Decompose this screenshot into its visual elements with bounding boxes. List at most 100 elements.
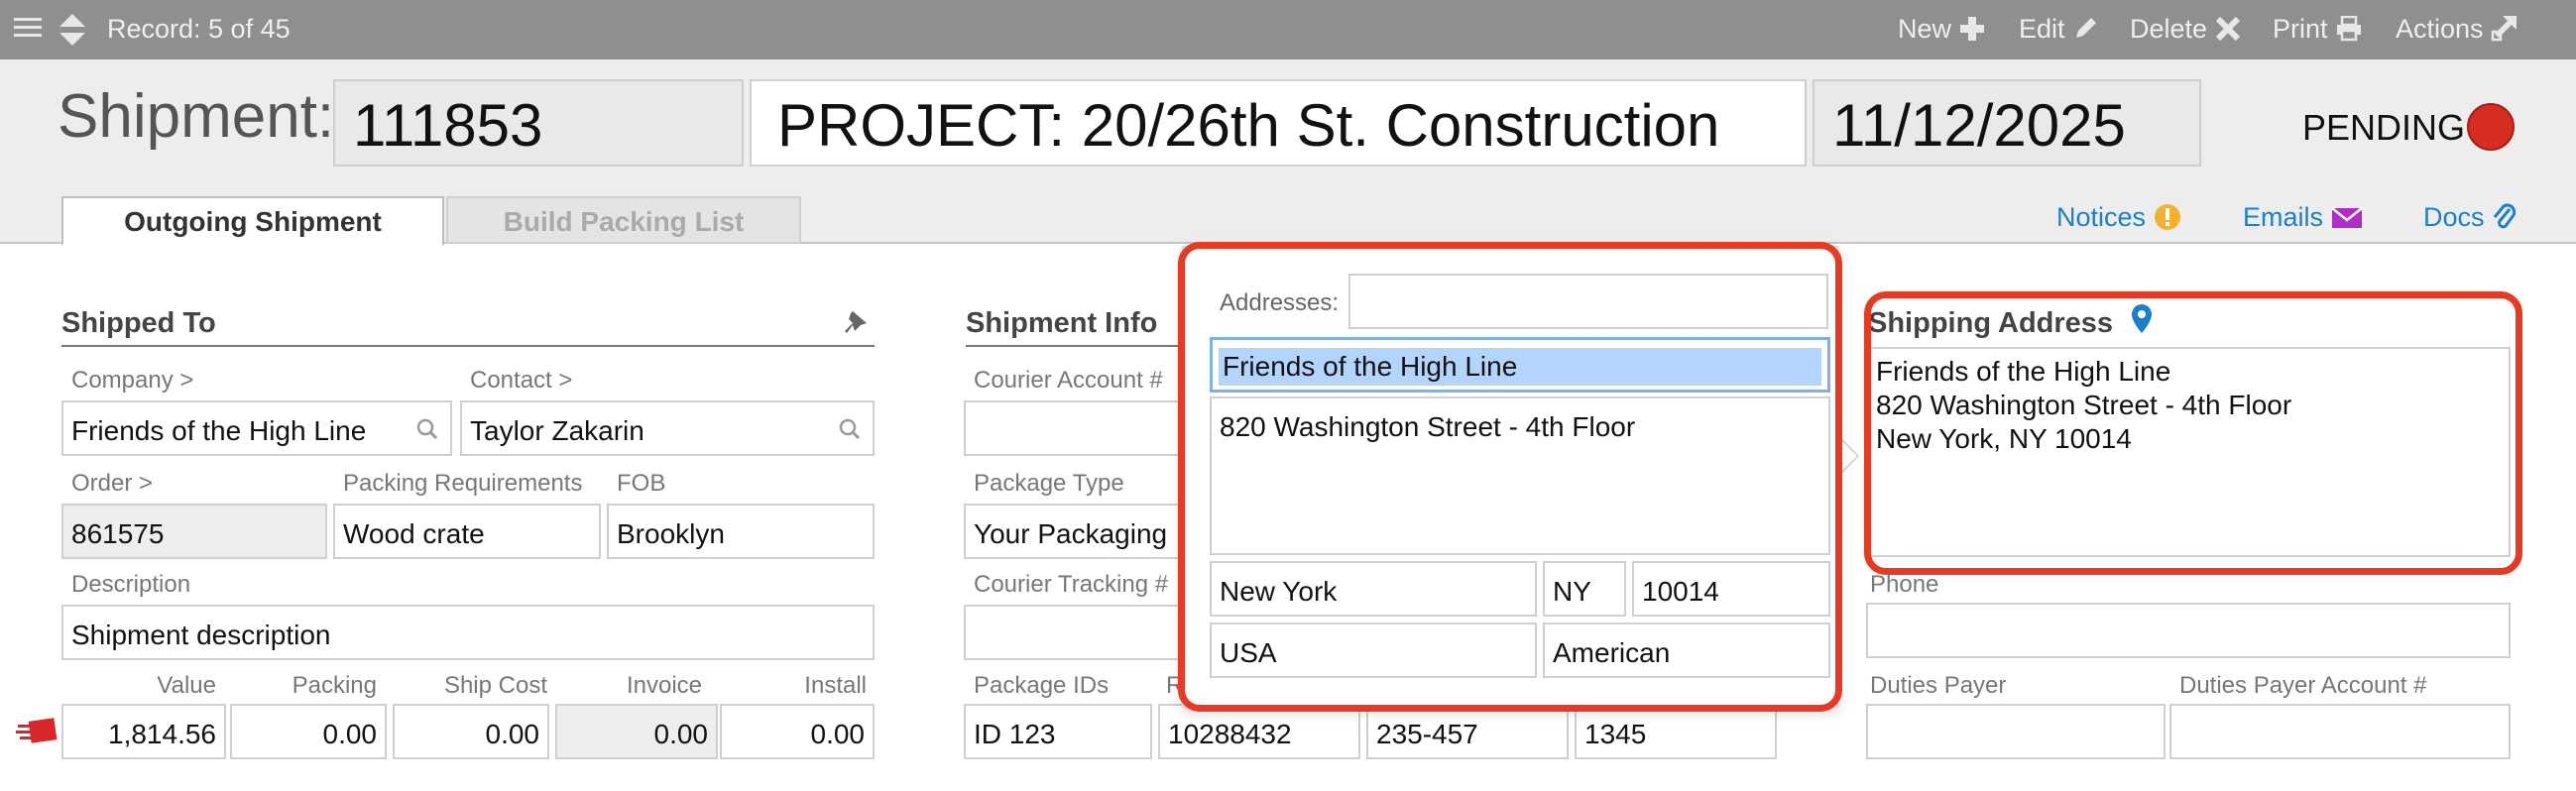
description-field[interactable]: Shipment description — [61, 605, 875, 660]
actions-button[interactable]: Actions — [2396, 14, 2518, 45]
actions-arrow-icon — [2491, 16, 2517, 42]
new-button[interactable]: New — [1898, 14, 1985, 45]
x-icon — [2215, 16, 2240, 42]
record-navigation-icon[interactable] — [58, 12, 87, 55]
ship-cost-field[interactable]: 0.00 — [393, 704, 549, 759]
package-id-field[interactable]: 235-457 — [1366, 704, 1569, 759]
value-field[interactable]: 1,814.56 — [61, 704, 226, 759]
courier-tracking-field[interactable] — [964, 605, 1184, 660]
duties-payer-label: Duties Payer — [1870, 672, 2007, 699]
date-field[interactable]: 11/12/2025 — [1813, 79, 2201, 167]
record-counter: Record: 5 of 45 — [107, 14, 291, 44]
hamburger-menu-icon[interactable] — [12, 12, 44, 51]
delete-button[interactable]: Delete — [2130, 14, 2241, 45]
pencil-icon — [2076, 18, 2097, 38]
contact-value: Taylor Zakarin — [470, 415, 644, 446]
popover-arrow — [1836, 434, 1860, 478]
phone-field[interactable] — [1866, 603, 2511, 658]
address-city-field[interactable]: New York — [1210, 561, 1537, 617]
shipped-to-heading: Shipped To — [61, 307, 216, 339]
search-icon[interactable] — [416, 418, 438, 440]
address-state-field[interactable]: NY — [1543, 561, 1626, 617]
package-id-field[interactable]: 10288432 — [1158, 704, 1360, 759]
package-ids-r-label: R — [1166, 672, 1184, 699]
address-popover: Addresses: Friends of the High Line 820 … — [1182, 246, 1838, 708]
phone-label: Phone — [1870, 571, 1939, 598]
shipping-address-box[interactable]: Friends of the High Line 820 Washington … — [1866, 347, 2511, 557]
packing-requirements-label: Packing Requirements — [343, 470, 583, 497]
docs-link[interactable]: Docs — [2423, 202, 2517, 233]
address-name-value: Friends of the High Line — [1219, 348, 1821, 386]
invoice-icon[interactable] — [14, 716, 59, 750]
pin-icon[interactable] — [843, 309, 871, 344]
duties-payer-account-field[interactable] — [2169, 704, 2511, 759]
notices-link[interactable]: Notices — [2056, 202, 2181, 233]
packing-field[interactable]: 0.00 — [230, 704, 387, 759]
docs-label: Docs — [2423, 202, 2485, 232]
contact-field[interactable]: Taylor Zakarin — [460, 400, 875, 456]
actions-label: Actions — [2396, 14, 2484, 44]
address-nationality-field[interactable]: American — [1543, 622, 1830, 678]
package-type-field[interactable]: Your Packaging — [964, 504, 1184, 559]
printer-icon — [2337, 15, 2362, 42]
company-field[interactable]: Friends of the High Line — [61, 400, 452, 456]
package-type-label: Package Type — [974, 470, 1124, 497]
fob-label: FOB — [617, 470, 666, 497]
shipment-label: Shipment: — [58, 82, 335, 151]
delete-label: Delete — [2130, 14, 2208, 44]
addresses-label: Addresses: — [1220, 289, 1340, 316]
shipped-to-divider — [61, 345, 875, 347]
install-field[interactable]: 0.00 — [720, 704, 875, 759]
value-label: Value — [157, 672, 216, 699]
project-field[interactable]: PROJECT: 20/26th St. Construction — [750, 79, 1807, 167]
shipping-address-line2: 820 Washington Street - 4th Floor — [1876, 390, 2292, 420]
new-label: New — [1898, 14, 1952, 44]
address-name-field[interactable]: Friends of the High Line — [1210, 337, 1830, 393]
status-indicator — [2467, 103, 2515, 151]
edit-label: Edit — [2019, 14, 2065, 44]
courier-account-label: Courier Account # — [974, 367, 1163, 394]
fob-field[interactable]: Brooklyn — [607, 504, 875, 559]
notices-label: Notices — [2056, 202, 2147, 232]
package-ids-label: Package IDs — [974, 672, 1110, 699]
contact-label[interactable]: Contact > — [470, 367, 572, 395]
duties-payer-account-label: Duties Payer Account # — [2179, 672, 2427, 699]
install-label: Install — [804, 672, 867, 699]
paperclip-icon — [2493, 203, 2517, 229]
duties-payer-field[interactable] — [1866, 704, 2166, 759]
ship-cost-label: Ship Cost — [443, 672, 547, 699]
top-toolbar: Record: 5 of 45 New Edit Delete Print Ac… — [0, 0, 2576, 59]
courier-account-field[interactable] — [964, 400, 1184, 456]
order-label[interactable]: Order > — [71, 470, 153, 498]
location-pin-icon[interactable] — [2130, 303, 2154, 340]
emails-label: Emails — [2243, 202, 2324, 232]
invoice-field[interactable]: 0.00 — [555, 704, 718, 759]
order-field[interactable]: 861575 — [61, 504, 327, 559]
address-street-field[interactable]: 820 Washington Street - 4th Floor — [1210, 396, 1830, 555]
courier-tracking-label: Courier Tracking # — [974, 571, 1169, 598]
shipment-number-field[interactable]: 111853 — [333, 79, 744, 167]
print-button[interactable]: Print — [2273, 14, 2363, 45]
warning-icon — [2154, 204, 2180, 230]
print-label: Print — [2273, 14, 2328, 44]
package-id-field[interactable]: ID 123 — [964, 704, 1152, 759]
shipment-info-divider — [966, 345, 1184, 347]
address-country-field[interactable]: USA — [1210, 622, 1537, 678]
edit-button[interactable]: Edit — [2019, 14, 2098, 45]
emails-link[interactable]: Emails — [2243, 202, 2363, 233]
shipment-info-heading: Shipment Info — [966, 307, 1158, 339]
search-icon[interactable] — [839, 418, 861, 440]
package-id-field[interactable]: 1345 — [1575, 704, 1777, 759]
addresses-select[interactable] — [1348, 274, 1828, 329]
company-value: Friends of the High Line — [71, 415, 367, 446]
packing-requirements-field[interactable]: Wood crate — [333, 504, 601, 559]
envelope-icon — [2330, 207, 2363, 228]
record-header: Shipment: 111853 PROJECT: 20/26th St. Co… — [0, 59, 2576, 246]
tab-outgoing-shipment[interactable]: Outgoing Shipment — [61, 196, 444, 246]
address-zip-field[interactable]: 10014 — [1632, 561, 1830, 617]
shipping-address-line3: New York, NY 10014 — [1876, 423, 2132, 454]
company-label[interactable]: Company > — [71, 367, 193, 395]
shipping-address-line1: Friends of the High Line — [1876, 356, 2171, 387]
description-label: Description — [71, 571, 191, 598]
tab-build-packing-list[interactable]: Build Packing List — [446, 196, 801, 244]
